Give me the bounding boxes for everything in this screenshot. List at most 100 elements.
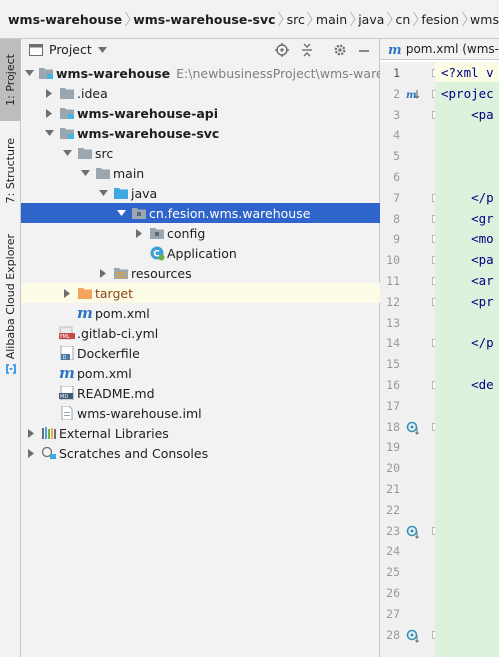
tab-alibaba-cloud-explorer[interactable]: Alibaba Cloud Explorer [0, 229, 21, 379]
libraries-icon [41, 425, 57, 441]
svg-text:m: m [406, 90, 417, 101]
overrides-parent-icon[interactable] [406, 629, 420, 643]
breadcrumb-label: java [358, 11, 385, 27]
tree-node[interactable]: C Application [21, 243, 380, 263]
expanded-arrow-icon[interactable] [115, 203, 127, 223]
editor-tab-pom[interactable]: m pom.xml (wms- [380, 39, 499, 60]
settings-button[interactable] [331, 41, 349, 59]
collapsed-arrow-icon[interactable] [25, 423, 37, 443]
line-number: 25 [386, 565, 400, 580]
line-number: 18 [386, 419, 400, 434]
tree-node[interactable]: YML .gitlab-ci.yml [21, 323, 380, 343]
expanded-arrow-icon[interactable] [79, 163, 91, 183]
collapsed-arrow-icon[interactable] [133, 223, 145, 243]
breadcrumb-label: cn [395, 11, 411, 27]
project-tree: wms-warehouse E:\newbusinessProject\wms-w… [21, 63, 407, 463]
breadcrumb-item[interactable]: cn [395, 0, 410, 38]
tree-node[interactable]: wms-warehouse.iml [21, 403, 380, 423]
breadcrumb-separator-icon [459, 0, 470, 38]
yml-file-icon: YML [59, 325, 75, 341]
collapse-all-button[interactable] [298, 41, 316, 59]
tree-node-label: target [95, 285, 134, 301]
maven-file-icon: m [59, 365, 75, 381]
breadcrumb-item[interactable]: main [316, 0, 347, 38]
tree-node[interactable]: External Libraries [21, 423, 380, 443]
project-view-selector[interactable]: Project [21, 42, 107, 57]
code-line: </p [441, 335, 494, 351]
breadcrumb-label: wms [470, 11, 499, 27]
tree-node[interactable]: config [21, 223, 380, 243]
overrides-parent-icon[interactable] [406, 421, 420, 435]
breadcrumb-item[interactable]: src [287, 0, 305, 38]
line-number: 19 [386, 440, 400, 455]
breadcrumb-label: wms-warehouse-svc [133, 11, 276, 27]
hide-panel-button[interactable] [355, 41, 373, 59]
breadcrumb-item[interactable]: fesion [421, 0, 459, 38]
no-arrow-spacer [43, 363, 55, 383]
tab-project-tool[interactable]: 1: Project [0, 39, 21, 121]
editor-gutter: 1 2 3 4 5 6 7 8 9 10 11 12 13 14 15 16 17 18 19 20 21 22 23 24 2… [380, 62, 440, 657]
project-window-icon [29, 43, 43, 56]
folder-icon [77, 145, 93, 161]
tab-structure-tool[interactable]: 7: Structure [0, 125, 21, 217]
breadcrumb-item[interactable]: wms [470, 0, 499, 38]
expanded-arrow-icon[interactable] [97, 183, 109, 203]
expanded-arrow-icon[interactable] [61, 143, 73, 163]
collapsed-arrow-icon[interactable] [43, 103, 55, 123]
tree-node[interactable]: D Dockerfile [21, 343, 380, 363]
editor-tab-label: pom.xml (wms- [405, 42, 499, 56]
collapsed-arrow-icon[interactable] [25, 443, 37, 463]
source-folder-icon [113, 185, 129, 201]
tree-node-label: Dockerfile [77, 345, 140, 361]
breadcrumb-item[interactable]: wms-warehouse [8, 0, 122, 38]
tree-node[interactable]: src [21, 143, 380, 163]
tree-node[interactable]: wms-warehouse-api [21, 103, 380, 123]
tree-node[interactable]: MD README.md [21, 383, 380, 403]
breadcrumb-label: src [286, 11, 305, 27]
tree-node[interactable]: m pom.xml [21, 303, 380, 323]
module-folder-icon [59, 125, 75, 141]
tree-node[interactable]: java [21, 183, 380, 203]
resources-folder-icon [113, 265, 129, 281]
tree-node[interactable]: target [21, 283, 380, 303]
gear-icon [334, 44, 346, 56]
line-number: 22 [386, 502, 400, 517]
folder-icon [95, 165, 111, 181]
code-view[interactable]: <?xml v <projec <pa </p <gr <mo <pa <ar <… [435, 62, 499, 657]
tree-node[interactable]: wms-warehouse-svc [21, 123, 380, 143]
expanded-arrow-icon[interactable] [25, 63, 34, 83]
tree-node[interactable]: cn.fesion.wms.warehouse [21, 203, 380, 223]
breadcrumb-item[interactable]: java [358, 0, 384, 38]
tree-node-label: Application [167, 245, 237, 261]
breadcrumb-label: main [315, 11, 348, 27]
tree-node-label: src [95, 145, 114, 161]
locate-target-button[interactable] [273, 41, 291, 59]
collapsed-arrow-icon[interactable] [61, 283, 73, 303]
line-number: 23 [386, 523, 400, 538]
collapsed-arrow-icon[interactable] [43, 83, 55, 103]
breadcrumb-separator-icon [276, 0, 287, 38]
line-number: 7 [393, 190, 400, 205]
tree-node-label: wms-warehouse-api [77, 105, 218, 121]
tree-node[interactable]: main [21, 163, 380, 183]
tree-node[interactable]: m pom.xml [21, 363, 380, 383]
alibaba-tool-label: Alibaba Cloud Explorer [4, 234, 17, 360]
line-number: 21 [386, 482, 400, 496]
tree-node[interactable]: Scratches and Consoles [21, 443, 380, 463]
breadcrumb-item[interactable]: wms-warehouse-svc [133, 0, 275, 38]
tree-node-label: pom.xml [77, 365, 132, 381]
maven-override-icon[interactable]: m [406, 88, 420, 102]
overrides-parent-icon[interactable] [406, 525, 420, 539]
collapsed-arrow-icon[interactable] [97, 263, 109, 283]
no-arrow-spacer [43, 343, 55, 363]
expanded-arrow-icon[interactable] [43, 123, 55, 143]
structure-tool-label: 7: Structure [4, 138, 17, 204]
line-number: 14 [386, 336, 400, 351]
tree-node[interactable]: resources [21, 263, 380, 283]
tree-node-label: cn.fesion.wms.warehouse [149, 205, 311, 221]
tree-node[interactable]: .idea [21, 83, 380, 103]
line-number: 5 [393, 149, 400, 164]
tree-node[interactable]: wms-warehouse E:\newbusinessProject\wms-w… [21, 63, 407, 83]
breadcrumb-label: fesion [421, 11, 459, 27]
line-number: 15 [386, 357, 400, 372]
